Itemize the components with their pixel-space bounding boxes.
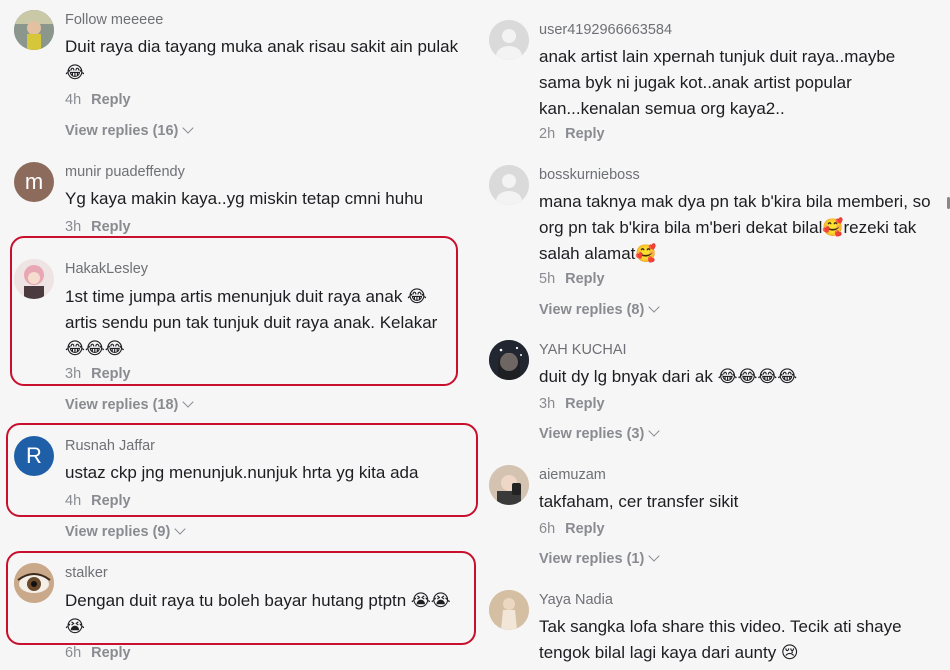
- view-replies-button[interactable]: View replies (8): [539, 301, 660, 318]
- avatar[interactable]: [489, 465, 529, 505]
- reply-button[interactable]: Reply: [565, 271, 605, 287]
- comment-text: duit dy lg bnyak dari ak 😂😂😂😂: [539, 367, 798, 386]
- comment-text: takfaham, cer transfer sikit: [539, 492, 739, 511]
- comment-text: mana taknya mak dya pn tak b'kira bila m…: [539, 192, 931, 263]
- comment-meta: 6h Reply: [65, 645, 131, 661]
- avatar[interactable]: R: [14, 436, 54, 476]
- view-replies-button[interactable]: View replies (16): [65, 122, 195, 139]
- reply-button[interactable]: Reply: [565, 521, 605, 537]
- comment-username[interactable]: user4192966663584: [539, 22, 672, 38]
- chevron-down-icon: [182, 122, 195, 134]
- reply-button[interactable]: Reply: [565, 396, 605, 412]
- comment-meta: 6h Reply: [539, 521, 605, 537]
- comment-username[interactable]: Rusnah Jaffar: [65, 438, 155, 454]
- comment-username[interactable]: Yaya Nadia: [539, 592, 613, 608]
- avatar[interactable]: [14, 10, 54, 50]
- reply-button[interactable]: Reply: [91, 92, 131, 108]
- reply-button[interactable]: Reply: [565, 126, 605, 142]
- comment-meta: 5h Reply: [539, 271, 605, 287]
- chevron-down-icon: [182, 396, 195, 408]
- default-avatar-icon[interactable]: [489, 20, 529, 60]
- comment-text: anak artist lain xpernah tunjuk duit ray…: [539, 47, 896, 118]
- comment-username[interactable]: munir puadeffendy: [65, 164, 185, 180]
- view-replies-button[interactable]: View replies (9): [65, 523, 186, 540]
- comment-username[interactable]: aiemuzam: [539, 467, 606, 483]
- comment-meta: 4h Reply: [65, 92, 131, 108]
- comment-meta: 3h Reply: [65, 219, 131, 235]
- chevron-down-icon: [648, 301, 660, 313]
- chevron-down-icon: [648, 425, 660, 437]
- chevron-down-icon: [648, 550, 660, 562]
- avatar[interactable]: [489, 590, 529, 630]
- comment-text: Dengan duit raya tu boleh bayar hutang p…: [65, 591, 451, 636]
- comment-text: 1st time jumpa artis menunjuk duit raya …: [65, 287, 438, 358]
- view-replies-button[interactable]: View replies (18): [65, 396, 195, 413]
- comment-username[interactable]: Follow meeeee: [65, 12, 163, 28]
- default-avatar-icon[interactable]: [489, 165, 529, 205]
- comment-text: Tak sangka lofa share this video. Tecik …: [539, 617, 902, 662]
- reply-button[interactable]: Reply: [91, 645, 131, 661]
- comment-text: ustaz ckp jng menunjuk.nunjuk hrta yg ki…: [65, 463, 419, 482]
- comment-username[interactable]: HakakLesley: [65, 261, 148, 277]
- comment-meta: 3h Reply: [539, 396, 605, 412]
- avatar[interactable]: [489, 340, 529, 380]
- reply-button[interactable]: Reply: [91, 493, 131, 509]
- avatar[interactable]: [14, 563, 54, 603]
- reply-button[interactable]: Reply: [91, 219, 131, 235]
- view-replies-button[interactable]: View replies (3): [539, 425, 660, 442]
- view-replies-button[interactable]: View replies (1): [539, 550, 660, 567]
- comment-username[interactable]: stalker: [65, 565, 108, 581]
- avatar[interactable]: m: [14, 162, 54, 202]
- comment-username[interactable]: bosskurnieboss: [539, 167, 640, 183]
- comment-text: Duit raya dia tayang muka anak risau sak…: [65, 37, 459, 82]
- comment-text: Yg kaya makin kaya..yg miskin tetap cmni…: [65, 189, 424, 208]
- comment-meta: 4h Reply: [65, 493, 131, 509]
- chevron-down-icon: [174, 523, 186, 535]
- reply-button[interactable]: Reply: [91, 366, 131, 382]
- avatar[interactable]: [14, 259, 54, 299]
- comment-username[interactable]: YAH KUCHAI: [539, 342, 627, 358]
- comment-time: 4h: [65, 92, 82, 108]
- comment-meta: 3h Reply: [65, 366, 131, 382]
- comment-meta: 2h Reply: [539, 126, 605, 142]
